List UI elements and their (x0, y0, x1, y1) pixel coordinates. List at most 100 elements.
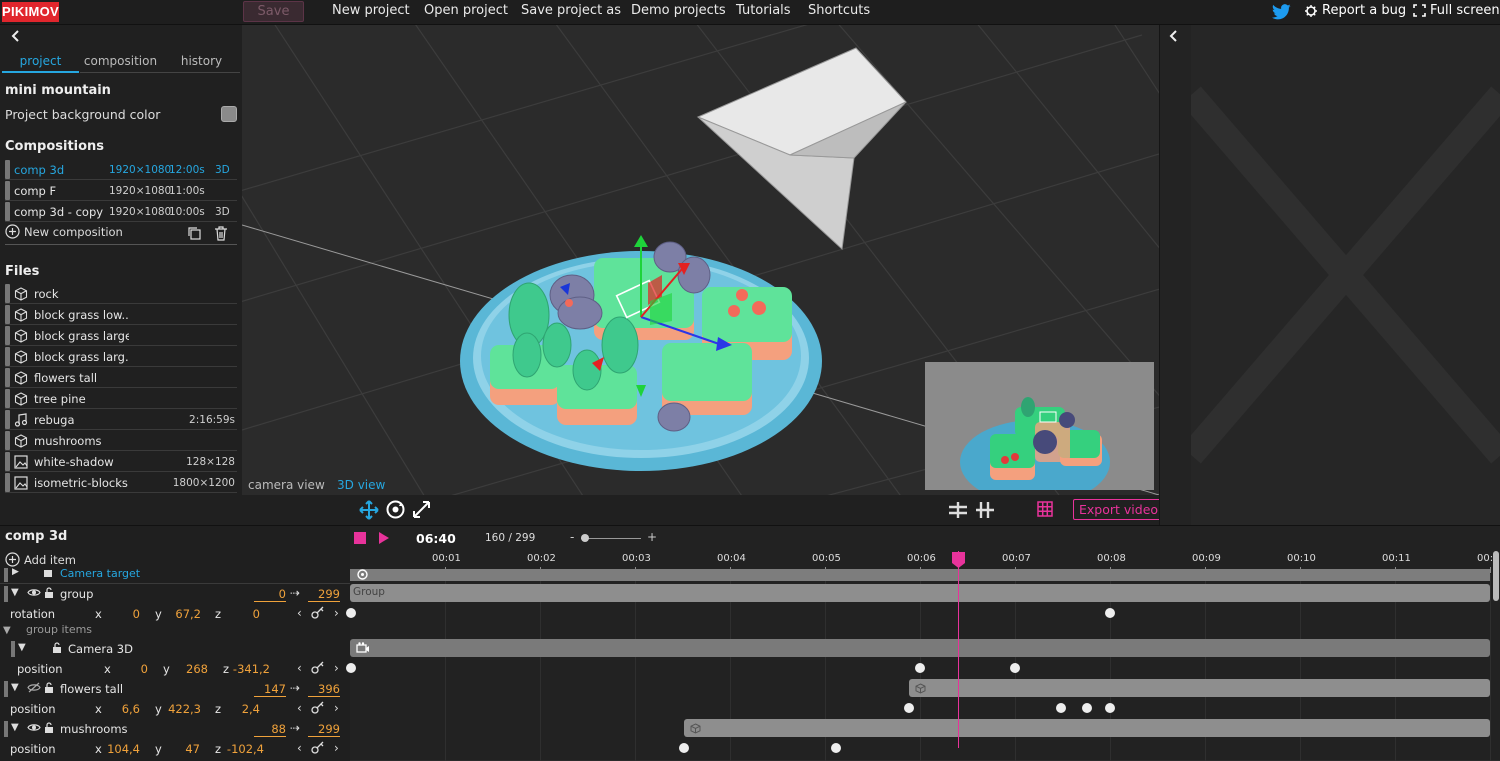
export-video-button[interactable]: Export video (1073, 499, 1165, 520)
group-track[interactable] (350, 584, 1490, 602)
lock-icon[interactable] (44, 682, 54, 693)
file-row[interactable]: flowers tall (5, 368, 237, 388)
layer-name[interactable]: Camera target (60, 567, 140, 580)
file-row[interactable]: rock (5, 284, 237, 304)
next-keyframe-icon[interactable]: › (334, 741, 339, 755)
timeline-tracks[interactable]: 06:40 160 / 299 - + 00:01 00:02 00:03 00:04… (346, 526, 1500, 761)
drag-handle[interactable] (5, 305, 10, 324)
lock-icon[interactable] (44, 587, 54, 598)
keyframe[interactable] (1082, 703, 1092, 713)
tab-composition[interactable]: composition (82, 54, 159, 72)
timeline-scrollbar[interactable] (1493, 551, 1499, 601)
flowers-tall-track[interactable] (909, 679, 1490, 697)
layer-name[interactable]: flowers tall (60, 682, 123, 696)
file-row[interactable]: rebuga 2:16:59s (5, 410, 237, 430)
drag-handle[interactable] (5, 473, 10, 492)
keyframe[interactable] (1105, 703, 1115, 713)
keyframe[interactable] (831, 743, 841, 753)
file-row[interactable]: block grass larg... (5, 347, 237, 367)
collapse-right-icon[interactable] (1168, 29, 1180, 43)
menu-demo-projects[interactable]: Demo projects (631, 3, 726, 18)
drag-handle[interactable] (5, 347, 10, 366)
position-x-value[interactable]: 104,4 (104, 742, 140, 756)
keyframe-key-icon[interactable] (311, 701, 325, 714)
tab-history[interactable]: history (163, 54, 240, 72)
align-horizontal-icon[interactable] (948, 501, 968, 519)
position-x-value[interactable]: 0 (118, 662, 148, 676)
keyframe[interactable] (1056, 703, 1066, 713)
drag-handle[interactable] (5, 160, 10, 179)
in-point[interactable]: 0 (254, 587, 286, 602)
eye-icon[interactable] (27, 722, 41, 733)
drag-handle[interactable] (5, 326, 10, 345)
drag-handle[interactable] (5, 431, 10, 450)
position-y-value[interactable]: 47 (170, 742, 200, 756)
drag-handle[interactable] (5, 410, 10, 429)
composition-row[interactable]: comp F 1920×1080 11:00s (5, 181, 237, 201)
keyframe[interactable] (346, 663, 356, 673)
file-row[interactable]: white-shadow 128×128 (5, 452, 237, 472)
zoom-slider-track[interactable] (581, 538, 641, 539)
drag-handle[interactable] (4, 681, 8, 697)
save-button[interactable]: Save (243, 1, 304, 22)
keyframe[interactable] (679, 743, 689, 753)
mushrooms-track[interactable] (684, 719, 1490, 737)
collapse-arrow-icon[interactable]: ▼ (3, 625, 11, 636)
duplicate-icon[interactable] (187, 226, 202, 241)
composition-row[interactable]: comp 3d 1920×1080 12:00s 3D (5, 160, 237, 180)
layer-name[interactable]: mushrooms (60, 722, 128, 736)
3d-view-tab[interactable]: 3D view (337, 478, 385, 492)
drag-handle[interactable] (4, 568, 8, 582)
full-screen-button[interactable]: Full screen (1413, 3, 1500, 18)
trash-icon[interactable] (214, 226, 228, 241)
grid-toggle-icon[interactable] (1037, 501, 1053, 517)
drag-handle[interactable] (5, 202, 10, 221)
position-y-value[interactable]: 422,3 (166, 702, 201, 716)
collapse-arrow-icon[interactable]: ▼ (11, 722, 19, 733)
rotation-x-value[interactable]: 0 (110, 607, 140, 621)
collapse-arrow-icon[interactable]: ▼ (18, 642, 26, 653)
menu-tutorials[interactable]: Tutorials (736, 3, 791, 18)
expand-arrow-icon[interactable]: ▶ (12, 567, 19, 577)
drag-handle[interactable] (4, 586, 8, 602)
prev-keyframe-icon[interactable]: ‹ (297, 701, 302, 715)
zoom-out-button[interactable]: - (570, 530, 574, 544)
collapse-arrow-icon[interactable]: ▼ (11, 587, 19, 598)
prev-keyframe-icon[interactable]: ‹ (297, 741, 302, 755)
lock-icon[interactable] (44, 722, 54, 733)
position-z-value[interactable]: -102,4 (224, 742, 264, 756)
layer-name[interactable]: group (60, 587, 93, 601)
camera-view-tab[interactable]: camera view (248, 478, 325, 492)
drag-handle[interactable] (5, 452, 10, 471)
file-row[interactable]: tree pine (5, 389, 237, 409)
position-z-value[interactable]: 2,4 (230, 702, 260, 716)
composition-row[interactable]: comp 3d - copy 1920×1080 10:00s 3D (5, 202, 237, 222)
menu-shortcuts[interactable]: Shortcuts (808, 3, 870, 18)
scale-tool-icon[interactable] (412, 500, 431, 519)
background-color-swatch[interactable] (221, 106, 237, 122)
add-item-button[interactable]: Add item (5, 552, 76, 567)
menu-open-project[interactable]: Open project (424, 3, 508, 18)
keyframe[interactable] (346, 608, 356, 618)
file-row[interactable]: isometric-blocks 1800×1200 (5, 473, 237, 493)
next-keyframe-icon[interactable]: › (334, 701, 339, 715)
keyframe-key-icon[interactable] (311, 661, 325, 674)
lock-icon[interactable] (52, 642, 62, 653)
keyframe[interactable] (915, 663, 925, 673)
collapse-left-icon[interactable] (10, 29, 22, 43)
zoom-slider-thumb[interactable] (581, 534, 589, 542)
layer-name[interactable]: Camera 3D (68, 642, 133, 656)
camera-target-track[interactable] (350, 569, 1490, 581)
stop-button[interactable] (354, 532, 366, 544)
rotate-tool-icon[interactable] (385, 499, 406, 520)
prev-keyframe-icon[interactable]: ‹ (297, 661, 302, 675)
keyframe[interactable] (1105, 608, 1115, 618)
keyframe-key-icon[interactable] (311, 741, 325, 754)
drag-handle[interactable] (4, 721, 8, 737)
drag-handle[interactable] (5, 368, 10, 387)
position-z-value[interactable]: -341,2 (232, 662, 270, 676)
drag-handle[interactable] (5, 284, 10, 303)
camera-frustum[interactable] (696, 47, 907, 251)
position-y-value[interactable]: 268 (176, 662, 208, 676)
drag-handle[interactable] (5, 181, 10, 200)
